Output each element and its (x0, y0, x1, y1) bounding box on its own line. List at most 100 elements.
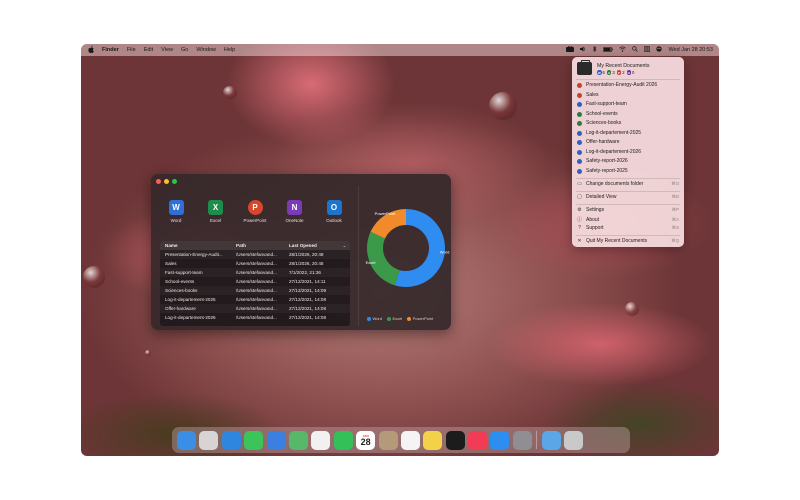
finder-icon[interactable] (177, 430, 196, 450)
contacts-icon[interactable] (378, 430, 398, 450)
menu-go[interactable]: Go (181, 47, 188, 53)
search-icon[interactable] (632, 46, 639, 54)
menu-document-item[interactable]: Log-it-departement-2026 (577, 149, 679, 155)
menu-bar: Finder File Edit View Go Window Help Wed… (81, 44, 719, 56)
menu-shortcut: ⌘D (671, 194, 679, 199)
menu-item-label: Log-it-departement-2025 (586, 130, 642, 136)
appstore-icon[interactable] (490, 430, 510, 450)
column-header-path[interactable]: Path (233, 243, 286, 248)
cell-last-opened: 27/12/2021, 14:08 (289, 297, 327, 302)
menu-document-item[interactable]: Offer-hardware (577, 139, 679, 145)
menu-item-label: School-events (586, 111, 618, 117)
menu-separator (576, 204, 680, 205)
menu-edit[interactable]: Edit (144, 47, 153, 53)
trash-icon[interactable] (564, 430, 584, 450)
menu-settings[interactable]: ⚙ Settings ⌘P (577, 207, 679, 213)
count-value: 2 (622, 70, 625, 75)
wifi-icon[interactable] (619, 46, 627, 54)
document-type-dot (577, 101, 582, 107)
volume-icon[interactable] (580, 46, 586, 54)
powerpoint-icon: P (616, 70, 622, 75)
control-center-icon[interactable] (644, 46, 651, 54)
recent-documents-status-icon[interactable] (566, 45, 575, 54)
maps-icon[interactable] (288, 430, 308, 450)
menu-view[interactable]: View (161, 47, 173, 53)
legend-label: Word (372, 316, 382, 321)
photos-icon[interactable] (311, 430, 331, 450)
menu-change-folder[interactable]: ▭ Change documents folder ⌘O (577, 181, 679, 187)
menu-clock[interactable]: Wed Jan 28 20:53 (668, 47, 713, 53)
menu-document-item[interactable]: Sciences-books (577, 120, 679, 126)
notes-icon[interactable] (423, 430, 443, 450)
table-row[interactable]: School-events/Users/stefanvand... 27/12/2… (160, 277, 350, 286)
menu-document-item[interactable]: Safety-report-2026 (577, 158, 679, 164)
menu-document-item[interactable]: Fast-support-team (577, 101, 679, 107)
menu-about[interactable]: ⓘ About ⌘A (577, 216, 679, 224)
menu-document-item[interactable]: Safety-report-2025 (577, 168, 679, 174)
column-header-name[interactable]: Name (160, 243, 233, 248)
app-launcher-word[interactable]: W Word (159, 200, 193, 223)
siri-icon[interactable] (656, 46, 663, 54)
slice-label-powerpoint: PowerPoint (375, 211, 396, 216)
cell-path: /Users/stefanvand... (236, 261, 277, 266)
table-body: Presentation-Energy-Audit... /Users/stefa… (160, 250, 350, 322)
menu-support[interactable]: ? Support ⌘S (577, 225, 679, 231)
menu-item-label: Offer-hardware (586, 139, 620, 145)
cell-path: /Users/stefanvand... (236, 297, 277, 302)
app-launcher-onenote[interactable]: N OneNote (278, 200, 312, 223)
downloads-folder-icon[interactable] (541, 430, 561, 450)
menu-window[interactable]: Window (196, 47, 216, 53)
cell-path: /Users/stefanvand... (236, 279, 277, 284)
menu-app-name[interactable]: Finder (102, 47, 119, 53)
menu-detailed-view[interactable]: ▢ Detailed View ⌘D (577, 194, 679, 200)
launchpad-icon[interactable] (199, 430, 219, 450)
facetime-icon[interactable] (333, 430, 353, 450)
cell-path: /Users/stefanvand... (236, 315, 277, 320)
app-launcher-outlook[interactable]: O Outlook (317, 200, 351, 223)
cell-name: Fast-support-team (165, 270, 203, 275)
zoom-window-button[interactable] (172, 179, 177, 184)
app-launcher-excel[interactable]: X Excel (199, 200, 233, 223)
menu-document-item[interactable]: School-events (577, 111, 679, 117)
close-window-button[interactable] (156, 179, 161, 184)
menu-document-item[interactable]: Log-it-departement-2025 (577, 130, 679, 136)
menu-document-item[interactable]: Sales (577, 92, 679, 98)
word-icon: W (597, 70, 602, 75)
apple-menu-icon[interactable] (88, 45, 94, 55)
app-label: Outlook (326, 218, 342, 223)
system-settings-icon[interactable] (512, 430, 532, 450)
safari-icon[interactable] (221, 430, 241, 450)
app-launcher-powerpoint[interactable]: P PowerPoint (238, 200, 272, 223)
reminders-icon[interactable] (400, 430, 420, 450)
music-icon[interactable] (468, 430, 488, 450)
sort-chevron-icon[interactable]: ⌄ (343, 243, 346, 248)
messages-icon[interactable] (244, 430, 264, 450)
recent-documents-window: W Word X Excel P PowerPoint N OneNote O … (151, 174, 451, 330)
table-row[interactable]: Sciences-books/Users/stefanvand... 27/12/… (160, 286, 350, 295)
menu-document-item[interactable]: Presentation-Energy-Audit 2026 (577, 82, 679, 88)
battery-icon[interactable] (603, 46, 614, 54)
dock: JAN 28 (172, 427, 630, 453)
cell-name: Offer-hardware (165, 306, 196, 311)
table-row[interactable]: Log-it-departement-2025/Users/stefanvand… (160, 295, 350, 304)
menu-help[interactable]: Help (224, 47, 235, 53)
calendar-icon[interactable]: JAN 28 (356, 430, 376, 450)
outlook-icon: O (326, 200, 342, 215)
menu-item-label: Log-it-departement-2026 (586, 149, 642, 155)
column-header-last-opened[interactable]: Last Opened (286, 243, 343, 248)
menu-quit[interactable]: ✕ Quit My Recent Documents ⌘Q (577, 238, 679, 244)
menu-file[interactable]: File (127, 47, 136, 53)
legend-item-excel: Excel (386, 316, 402, 321)
mail-icon[interactable] (266, 430, 286, 450)
table-row[interactable]: Presentation-Energy-Audit... /Users/stefa… (160, 250, 350, 259)
donut-slice-excel[interactable] (367, 231, 400, 286)
close-icon: ✕ (577, 238, 582, 244)
table-row[interactable]: Log-it-departement-2026/Users/stefanvand… (160, 313, 350, 322)
bluetooth-icon[interactable] (592, 45, 597, 54)
water-droplet (83, 266, 105, 288)
table-row[interactable]: Fast-support-team/Users/stefanvand... 7/1… (160, 268, 350, 277)
minimize-window-button[interactable] (164, 179, 169, 184)
table-row[interactable]: Sales/Users/stefanvand... 28/1/2026, 20:4… (160, 259, 350, 268)
appletv-icon[interactable] (445, 430, 465, 450)
table-row[interactable]: Offer-hardware/Users/stefanvand... 27/12/… (160, 304, 350, 313)
